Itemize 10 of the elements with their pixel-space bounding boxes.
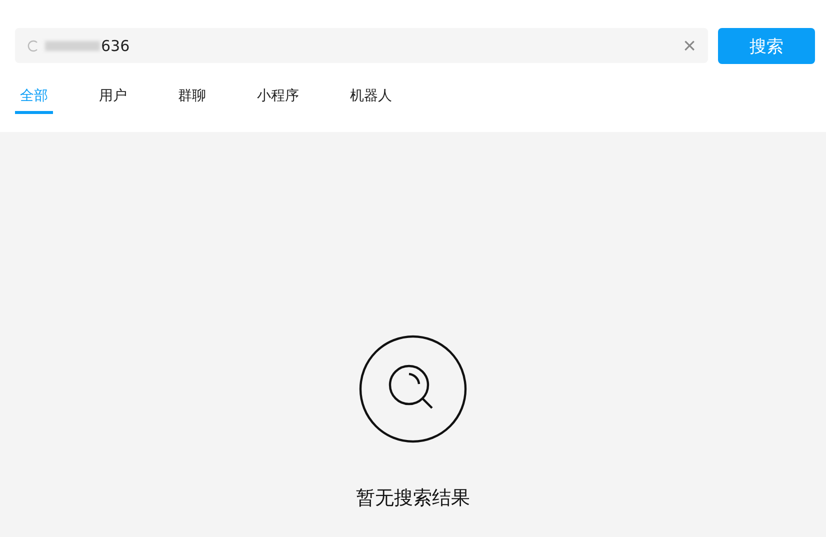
redacted-text: [45, 40, 100, 50]
search-query: 636: [100, 36, 130, 54]
search-field[interactable]: 636 ×: [15, 28, 708, 63]
tab[interactable]: 机器人: [345, 84, 397, 114]
tab[interactable]: 群聊: [173, 84, 211, 114]
search-icon: [359, 335, 467, 443]
tab[interactable]: 用户: [94, 84, 132, 114]
empty-message: 暂无搜索结果: [356, 486, 470, 511]
tab[interactable]: 小程序: [252, 84, 304, 114]
loading-icon: [27, 40, 39, 52]
